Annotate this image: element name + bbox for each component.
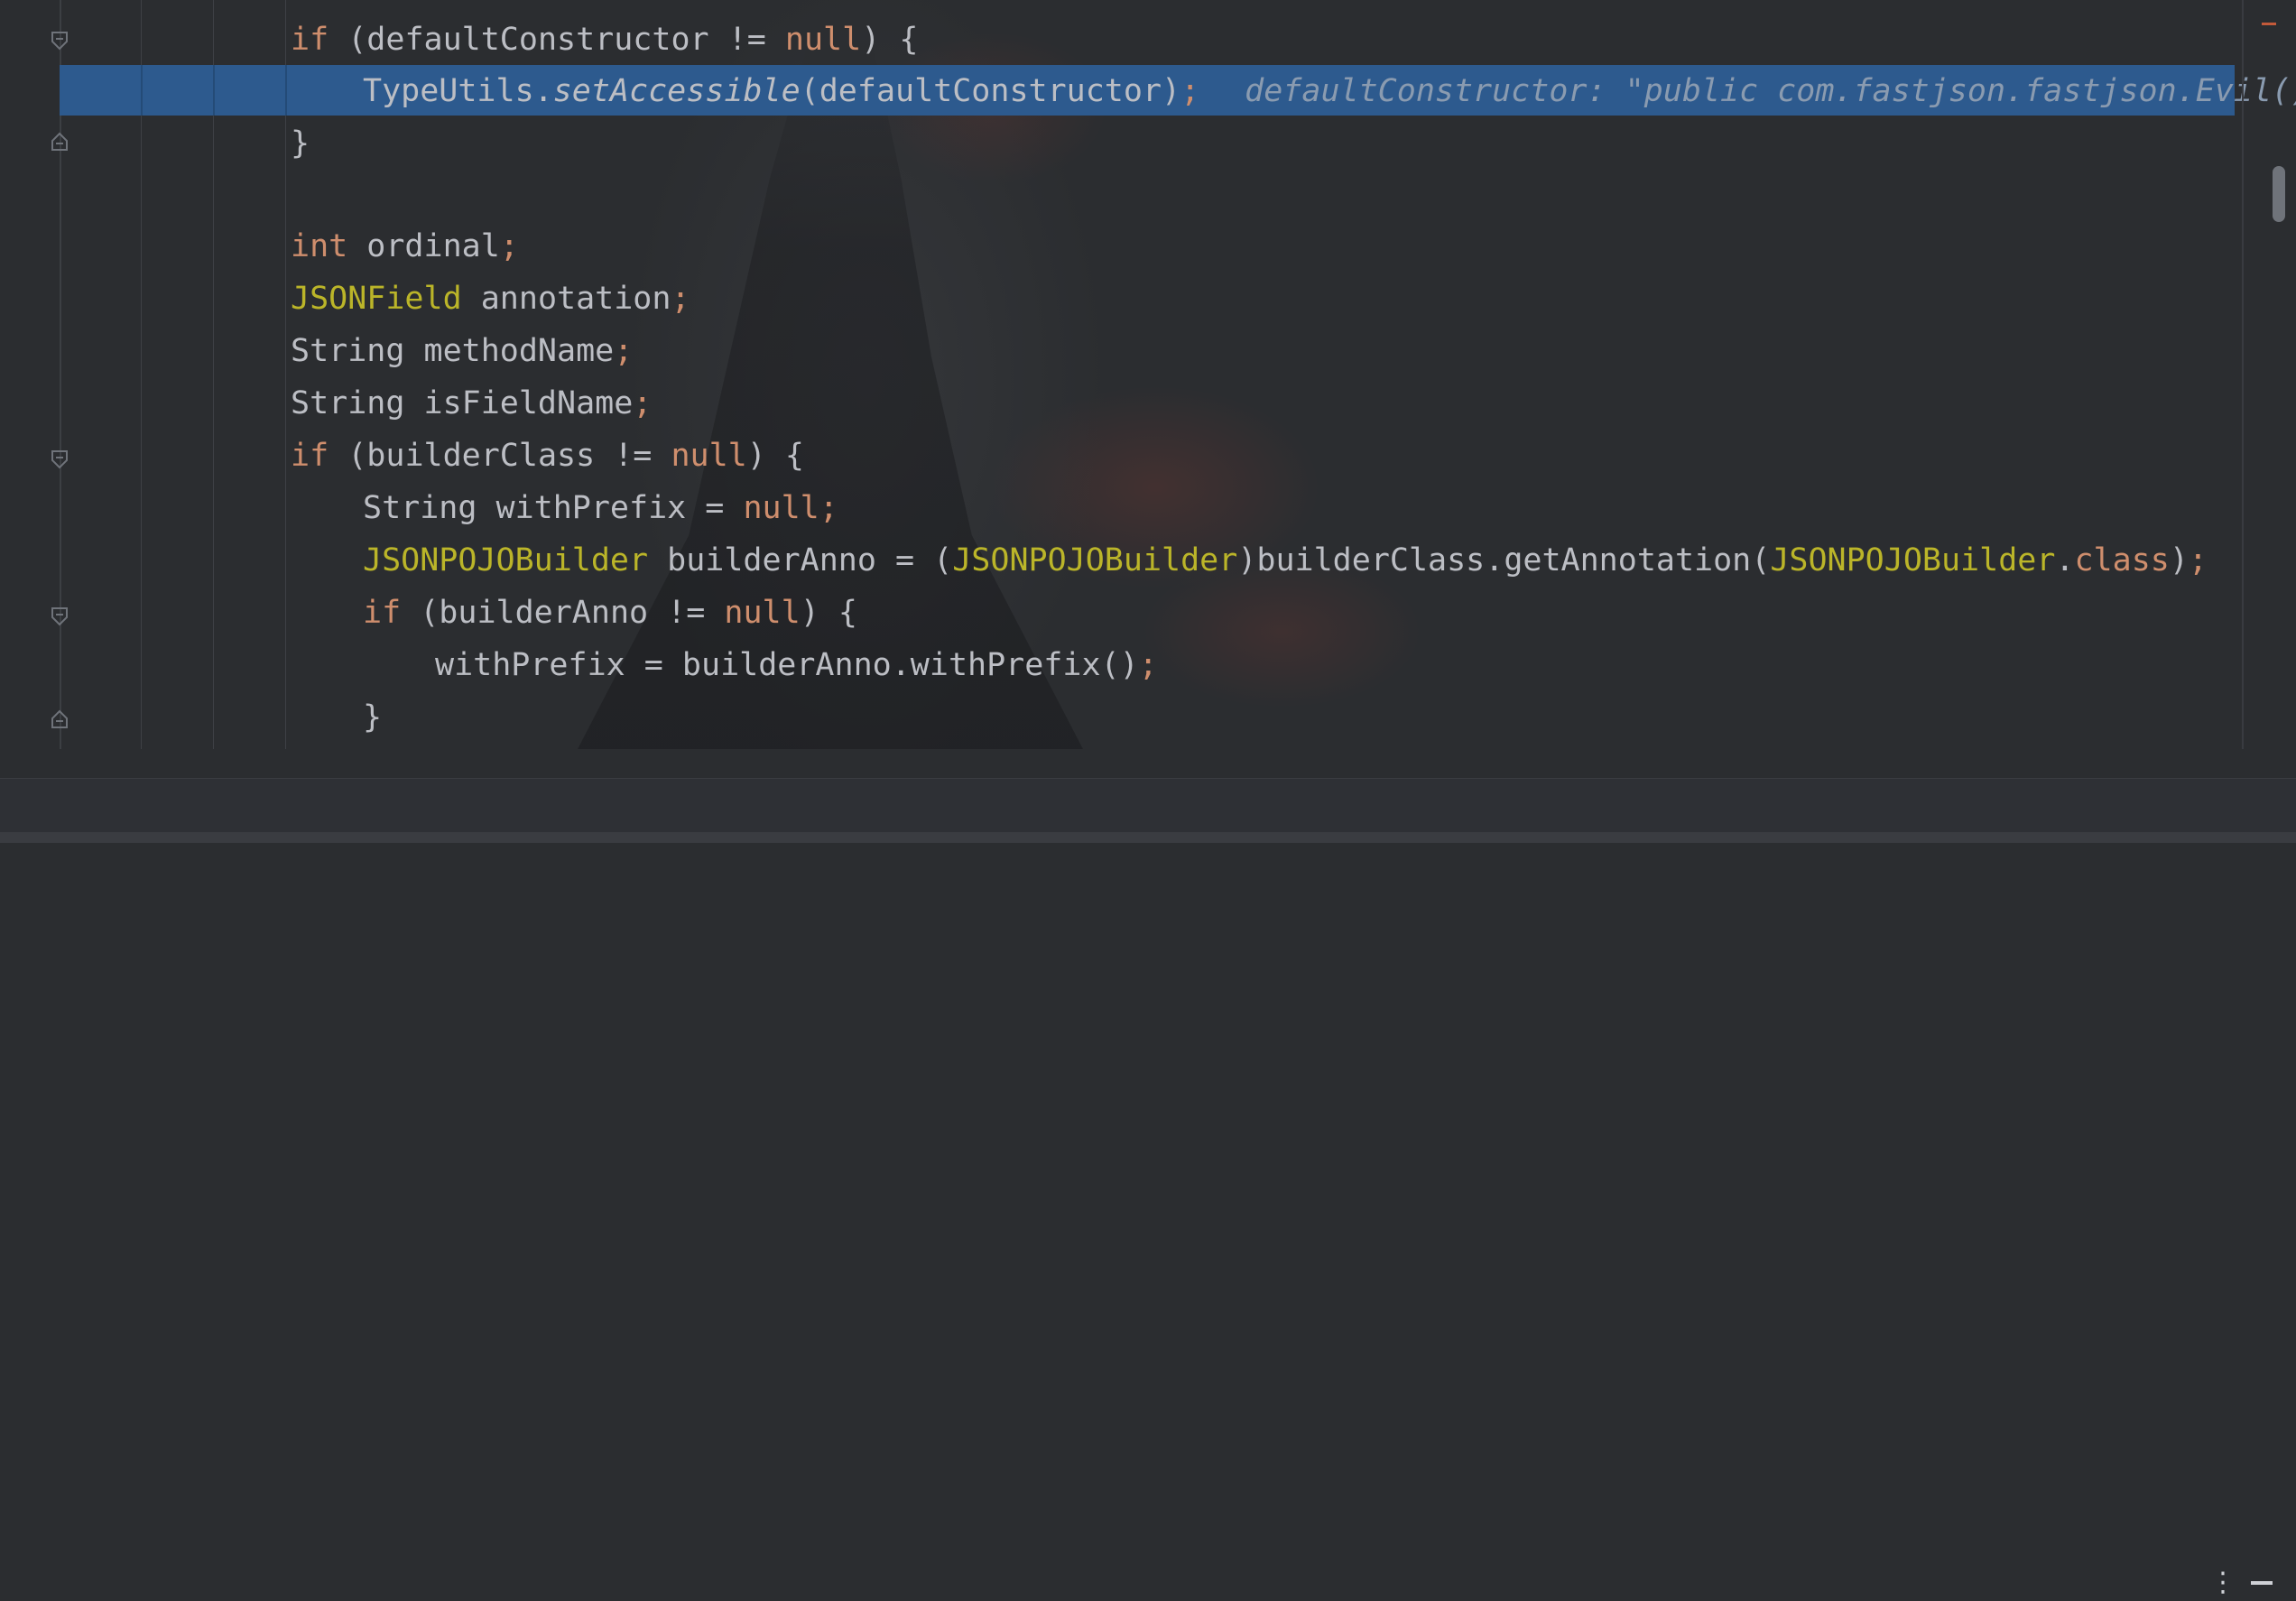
fold-close-icon[interactable]: [51, 709, 69, 729]
code-token: ;: [499, 228, 519, 264]
keyword-token: null: [671, 438, 747, 474]
keyword-token: null: [784, 22, 862, 58]
code-editor[interactable]: if (defaultConstructor != null) {TypeUti…: [0, 0, 2296, 749]
code-token: String withPrefix =: [363, 490, 744, 526]
code-line[interactable]: int ordinal;: [291, 220, 519, 273]
code-line[interactable]: JSONField annotation;: [291, 273, 690, 325]
type-token: JSONPOJOBuilder: [1770, 542, 2056, 578]
keyword-token: if: [291, 22, 329, 58]
keyword-token: null: [724, 595, 801, 631]
type-token: JSONPOJOBuilder: [363, 542, 649, 578]
code-token: ;: [1180, 73, 1200, 109]
more-vertical-icon[interactable]: ⋮: [2209, 1565, 2236, 1601]
code-line[interactable]: }: [363, 691, 382, 744]
keyword-token: if: [363, 595, 402, 631]
type-token: JSONPOJOBuilder: [952, 542, 1238, 578]
code-line[interactable]: String methodName;: [291, 325, 633, 377]
code-token: ;: [671, 281, 690, 317]
code-token: }: [363, 699, 383, 736]
code-line[interactable]: String isFieldName;: [291, 377, 652, 430]
type-token: JSONField: [291, 281, 462, 317]
keyword-token: if: [291, 438, 329, 474]
code-token: setAccessible: [552, 73, 801, 109]
code-token: TypeUtils.: [363, 73, 553, 109]
keyword-token: null: [743, 490, 819, 526]
code-token: ) {: [800, 595, 857, 631]
fold-open-icon[interactable]: [51, 449, 69, 469]
keyword-token: class: [2074, 542, 2170, 578]
code-token: String methodName: [291, 333, 615, 369]
code-token: annotation: [461, 281, 671, 317]
code-token: )builderClass.getAnnotation(: [1237, 542, 1771, 578]
code-token: ;: [819, 490, 838, 526]
code-token: (builderAnno !=: [401, 595, 725, 631]
keyword-token: int: [291, 228, 348, 264]
code-line[interactable]: JSONPOJOBuilder builderAnno = (JSONPOJOB…: [363, 534, 2208, 587]
code-line[interactable]: withPrefix = builderAnno.withPrefix();: [435, 639, 1158, 691]
code-token: ): [2169, 542, 2189, 578]
code-line[interactable]: String withPrefix = null;: [363, 482, 838, 534]
bottom-panel-edge: [0, 832, 2296, 843]
minimize-icon[interactable]: [2251, 1581, 2273, 1585]
code-token: (defaultConstructor !=: [329, 22, 785, 58]
code-line[interactable]: if (builderAnno != null) {: [363, 587, 857, 639]
code-token: withPrefix = builderAnno.withPrefix(): [435, 647, 1139, 683]
tool-window-bar: ⋮: [0, 778, 2296, 1598]
code-token: ) {: [746, 438, 804, 474]
fold-open-icon[interactable]: [51, 606, 69, 626]
code-token: ;: [614, 333, 634, 369]
error-stripe-marker[interactable]: [2262, 23, 2276, 25]
editor-right-edge: [2242, 0, 2244, 749]
vertical-scrollbar[interactable]: [2273, 166, 2285, 222]
code-token: builderAnno = (: [648, 542, 953, 578]
code-token: ordinal: [347, 228, 500, 264]
code-token: ;: [1138, 647, 1158, 683]
fold-open-icon[interactable]: [51, 31, 69, 51]
code-line-current[interactable]: TypeUtils.setAccessible(defaultConstruct…: [363, 65, 2296, 117]
code-line[interactable]: }: [291, 117, 310, 170]
code-line[interactable]: if (defaultConstructor != null) {: [291, 14, 918, 66]
code-token: .: [2055, 542, 2075, 578]
fold-close-icon[interactable]: [51, 132, 69, 152]
code-token: ;: [2188, 542, 2208, 578]
inline-debug-value[interactable]: defaultConstructor: "public com.fastjson…: [1245, 73, 2296, 109]
code-token: ) {: [861, 22, 919, 58]
code-token: (builderClass !=: [329, 438, 671, 474]
code-line[interactable]: if (builderClass != null) {: [291, 430, 804, 482]
code-token: (defaultConstructor): [800, 73, 1181, 109]
code-token: String isFieldName: [291, 385, 634, 421]
code-token: ;: [633, 385, 653, 421]
code-token: }: [291, 125, 310, 162]
